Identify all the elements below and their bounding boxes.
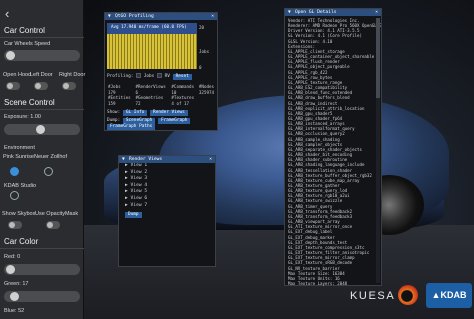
kdab-logo-text: KDAB — [440, 290, 467, 300]
stat-value: 72 — [135, 100, 141, 106]
right-door-toggle[interactable] — [62, 82, 76, 90]
show-row: Show: GL Info Render Views — [107, 110, 188, 116]
scene-control-heading: Scene Control — [4, 98, 55, 107]
kuesa-logo: KUESA — [350, 290, 396, 302]
control-panel: ‹ Car Control Car Wheels Speed Open Hood… — [0, 0, 86, 319]
back-arrow-icon[interactable]: ‹ — [5, 6, 9, 21]
scrollbar[interactable] — [376, 18, 380, 283]
frame-time-plot: Avg 17.940 ms/frame (60.0 FPS) — [107, 23, 197, 69]
environment-label: Environment — [4, 145, 35, 151]
env-neuer-zollhof-radio[interactable] — [44, 167, 53, 176]
jobs-checkbox[interactable] — [136, 73, 142, 78]
kuesa-logo-mark — [398, 285, 418, 305]
green-label: Green: 17 — [4, 281, 29, 287]
left-door-toggle[interactable] — [34, 82, 48, 90]
rv-checkbox[interactable] — [156, 73, 162, 78]
show-skybox-toggle[interactable] — [8, 221, 22, 229]
env-pink-sunrise-radio[interactable] — [10, 167, 19, 176]
stat-header: #Textures — [171, 95, 195, 101]
render-views-window[interactable]: ▼ Render Views × ▶ View 1 ▶ View 2 ▶ Vie… — [118, 155, 216, 267]
slider-handle[interactable] — [10, 292, 19, 301]
framegraph-paths-button[interactable]: FrameGraph Paths — [107, 124, 156, 130]
reset-button[interactable]: Reset — [172, 74, 192, 80]
open-hood-toggle[interactable] — [6, 82, 20, 90]
stat-header: #Entities — [108, 95, 131, 101]
car-wheels-speed-label: Car Wheels Speed — [4, 41, 51, 47]
scrollbar-thumb[interactable] — [376, 18, 380, 98]
plot-bars — [107, 34, 197, 69]
env-kdab-studio-radio[interactable] — [10, 191, 19, 200]
slider-handle[interactable] — [6, 265, 15, 274]
exposure-slider[interactable] — [4, 124, 80, 135]
car-control-heading: Car Control — [4, 26, 45, 35]
close-icon[interactable]: × — [211, 13, 214, 20]
red-label: Red: 0 — [4, 254, 21, 260]
left-door-label: Left Door — [30, 72, 53, 78]
render-views-title: Render Views — [129, 157, 163, 162]
render-view-item[interactable]: ▶ View 5 — [119, 189, 215, 196]
show-label: Show: — [107, 110, 121, 115]
render-view-item[interactable]: ▶ View 1 — [119, 163, 215, 170]
opengl-details-text: Vendor: ATI Technologies Inc. Renderer: A… — [285, 16, 381, 286]
env-kdab-studio-label: KDAB Studio — [4, 183, 37, 189]
use-opacity-mask-label: Use OpacityMask — [35, 211, 79, 217]
render-views-titlebar[interactable]: ▼ Render Views × — [119, 156, 215, 163]
jobs-label: Jobs — [143, 74, 155, 79]
use-opacity-mask-toggle[interactable] — [46, 221, 60, 229]
divider — [0, 37, 84, 38]
opengl-titlebar[interactable]: ▼ Open GL Details × — [285, 9, 381, 16]
axis-unit: Jobs — [199, 49, 210, 54]
profiling-window[interactable]: ▼ QtGO Profiling × Avg 17.940 ms/frame (… — [104, 12, 218, 131]
stats-table: #Jobs #RenderViews #Commands #Nodes 179 … — [107, 84, 217, 106]
axis-top-value: 20 — [199, 25, 205, 30]
divider — [0, 109, 84, 110]
env-neuer-zollhof-label: Neuer Zollhof — [34, 154, 68, 160]
axis-bottom-value: 0 — [199, 65, 202, 70]
car-wheels-speed-slider[interactable] — [4, 50, 80, 61]
divider — [0, 248, 84, 249]
render-view-item[interactable]: ▶ View 3 — [119, 176, 215, 183]
collapse-icon[interactable]: ▼ — [288, 9, 291, 16]
kdab-logo: ▲KDAB — [426, 283, 472, 308]
render-view-item[interactable]: ▶ View 6 — [119, 196, 215, 203]
car-color-heading: Car Color — [4, 237, 39, 246]
gl-info-button[interactable]: GL Info — [122, 110, 148, 116]
profiling-label: Profiling: — [107, 74, 134, 79]
close-icon[interactable]: × — [209, 156, 212, 163]
dump-row: Dump: SceneGraph FrameGraph FrameGraph P… — [107, 118, 217, 130]
opengl-details-window[interactable]: ▼ Open GL Details × Vendor: ATI Technolo… — [284, 8, 382, 286]
collapse-icon[interactable]: ▼ — [122, 156, 125, 163]
stat-header: #Commands — [171, 84, 195, 89]
stat-value — [198, 101, 217, 107]
blue-label: Blue: 52 — [4, 308, 25, 314]
slider-handle[interactable] — [6, 51, 15, 60]
profiling-controls: Profiling: Jobs RV Reset — [107, 73, 192, 80]
render-view-item[interactable]: ▶ View 7 — [119, 203, 215, 210]
slider-handle[interactable] — [36, 125, 45, 134]
open-hood-label: Open Hood — [3, 72, 32, 78]
plot-label: Avg 17.940 ms/frame (60.0 FPS) — [111, 24, 187, 29]
opengl-title: Open GL Details — [295, 10, 337, 15]
dump-label: Dump: — [107, 118, 121, 123]
right-door-label: Right Door — [59, 72, 86, 78]
collapse-icon[interactable]: ▼ — [108, 13, 111, 20]
stat-value: 4 of 17 — [171, 100, 190, 106]
show-skybox-label: Show Skybox — [2, 211, 36, 217]
profiling-titlebar[interactable]: ▼ QtGO Profiling × — [105, 13, 217, 20]
rv-label: RV — [164, 74, 170, 79]
profiling-title: QtGO Profiling — [115, 14, 154, 19]
red-slider[interactable] — [4, 264, 80, 275]
dump-button[interactable]: Dump — [125, 212, 142, 219]
framegraph-button[interactable]: FrameGraph — [157, 118, 191, 124]
env-pink-sunrise-label: Pink Sunrise — [3, 154, 34, 160]
close-icon[interactable]: × — [375, 9, 378, 16]
stat-value: 159 — [108, 100, 116, 106]
green-slider[interactable] — [4, 291, 80, 302]
stat-header: #RenderViews — [135, 84, 166, 89]
render-views-button[interactable]: Render Views — [150, 110, 188, 116]
exposure-label: Exposure: 1.00 — [4, 114, 41, 120]
